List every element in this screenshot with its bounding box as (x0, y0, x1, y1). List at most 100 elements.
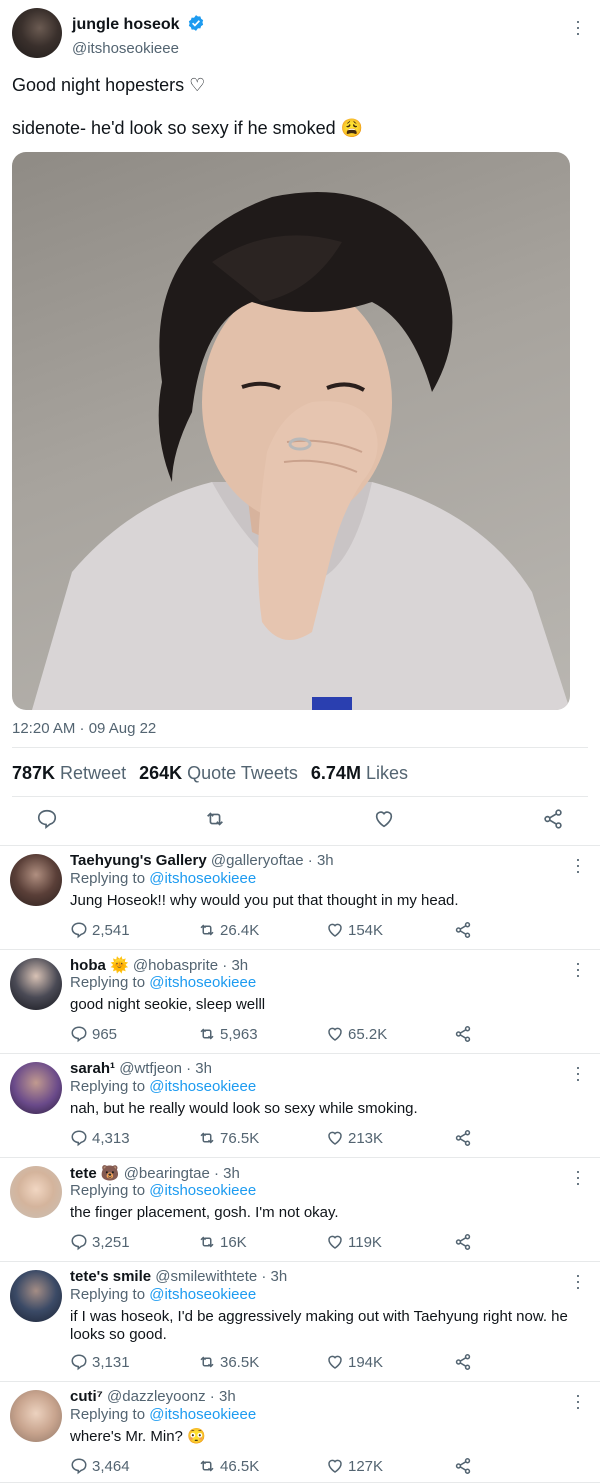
reply-avatar[interactable] (10, 958, 62, 1010)
reply-avatar[interactable] (10, 1270, 62, 1322)
reply-button[interactable]: 2,541 (70, 920, 130, 940)
author-name-text[interactable]: jungle hoseok (72, 16, 180, 33)
replying-to-link[interactable]: @itshoseokieee (149, 870, 256, 887)
more-icon[interactable]: · · · (570, 850, 586, 880)
reply-tweet[interactable]: cuti⁷ @dazzleyoonz · 3h Replying to @its… (0, 1382, 600, 1483)
heart-icon[interactable] (326, 1233, 344, 1251)
reply-button[interactable]: 3,131 (70, 1352, 130, 1372)
more-icon[interactable]: · · · (570, 1162, 586, 1192)
replying-to-link[interactable]: @itshoseokieee (149, 1182, 256, 1199)
share-icon[interactable] (454, 1129, 472, 1147)
retweet-icon[interactable] (198, 1025, 216, 1043)
share-icon[interactable] (454, 1025, 472, 1043)
reply-author-handle[interactable]: @galleryoftae · 3h (211, 852, 334, 869)
retweet-button[interactable]: 46.5K (198, 1456, 259, 1476)
reply-button[interactable]: 4,313 (70, 1128, 130, 1148)
share-icon[interactable] (454, 921, 472, 939)
reply-button[interactable]: 3,251 (70, 1232, 130, 1252)
share-icon[interactable] (454, 1233, 472, 1251)
share-button[interactable] (454, 1024, 472, 1044)
share-button[interactable] (454, 920, 472, 940)
author-handle[interactable]: @itshoseokieee (72, 40, 179, 57)
reply-author-name[interactable]: cuti⁷ (70, 1388, 103, 1405)
retweet-button[interactable]: 76.5K (198, 1128, 259, 1148)
reply-avatar[interactable] (10, 1062, 62, 1114)
retweet-button[interactable]: 5,963 (198, 1024, 258, 1044)
more-icon[interactable]: · · · (570, 954, 586, 984)
heart-icon[interactable] (373, 808, 395, 830)
reply-tweet[interactable]: tete 🐻 @bearingtae · 3h Replying to @its… (0, 1158, 600, 1262)
reply-author-name[interactable]: tete's smile (70, 1268, 151, 1285)
reply-author-handle[interactable]: @bearingtae · 3h (124, 1165, 240, 1182)
reply-author-name[interactable]: Taehyung's Gallery (70, 852, 207, 869)
quote-count[interactable]: 264K (139, 763, 182, 783)
share-button[interactable] (454, 1232, 472, 1252)
reply-author-name[interactable]: sarah¹ (70, 1060, 115, 1077)
retweet-icon[interactable] (198, 1233, 216, 1251)
retweet-icon[interactable] (198, 921, 216, 939)
replying-to-link[interactable]: @itshoseokieee (149, 974, 256, 991)
reply-author-handle[interactable]: @hobasprite · 3h (133, 957, 248, 974)
heart-icon[interactable] (326, 921, 344, 939)
reply-icon[interactable] (70, 1233, 88, 1251)
reply-author-handle[interactable]: @dazzleyoonz · 3h (107, 1388, 236, 1405)
share-button[interactable] (454, 1128, 472, 1148)
replying-to-link[interactable]: @itshoseokieee (149, 1286, 256, 1303)
replying-to-link[interactable]: @itshoseokieee (149, 1078, 256, 1095)
more-icon[interactable]: · · · (570, 1386, 586, 1416)
like-button[interactable]: 154K (326, 920, 383, 940)
reply-icon[interactable] (70, 1129, 88, 1147)
reply-icon[interactable] (70, 1353, 88, 1371)
like-button[interactable]: 65.2K (326, 1024, 387, 1044)
share-button[interactable] (454, 1352, 472, 1372)
reply-tweet[interactable]: sarah¹ @wtfjeon · 3h Replying to @itshos… (0, 1054, 600, 1158)
reply-button[interactable]: 965 (70, 1024, 117, 1044)
retweet-button[interactable]: 36.5K (198, 1352, 259, 1372)
heart-icon[interactable] (326, 1025, 344, 1043)
reply-button[interactable]: 3,464 (70, 1456, 130, 1476)
reply-tweet[interactable]: hoba 🌞 @hobasprite · 3h Replying to @its… (0, 950, 600, 1054)
retweet-count[interactable]: 787K (12, 763, 55, 783)
heart-icon[interactable] (326, 1353, 344, 1371)
reply-icon[interactable] (70, 1457, 88, 1475)
like-label[interactable]: Likes (366, 763, 408, 783)
more-icon[interactable]: · · · (570, 1266, 586, 1296)
replying-to-link[interactable]: @itshoseokieee (149, 1406, 256, 1423)
reply-tweet[interactable]: tete's smile @smilewithtete · 3h Replyin… (0, 1262, 600, 1382)
like-button[interactable]: 213K (326, 1128, 383, 1148)
more-icon[interactable]: · · · (570, 1058, 586, 1088)
like-button[interactable]: 119K (326, 1232, 382, 1252)
share-icon[interactable] (542, 808, 564, 830)
quote-label[interactable]: Quote Tweets (187, 763, 298, 783)
like-button[interactable]: 194K (326, 1352, 383, 1372)
reply-icon[interactable] (70, 921, 88, 939)
retweet-button[interactable]: 26.4K (198, 920, 259, 940)
heart-icon[interactable] (326, 1129, 344, 1147)
reply-avatar[interactable] (10, 1166, 62, 1218)
reply-icon[interactable] (36, 808, 58, 830)
share-button[interactable] (454, 1456, 472, 1476)
reply-icon[interactable] (70, 1025, 88, 1043)
retweet-icon[interactable] (198, 1353, 216, 1371)
share-icon[interactable] (454, 1353, 472, 1371)
tweet-photo[interactable] (12, 152, 570, 710)
reply-avatar[interactable] (10, 854, 62, 906)
author-name[interactable]: jungle hoseok (72, 14, 205, 34)
heart-icon[interactable] (326, 1457, 344, 1475)
retweet-button[interactable]: 16K (198, 1232, 247, 1252)
retweet-icon[interactable] (198, 1129, 216, 1147)
retweet-label[interactable]: Retweet (60, 763, 126, 783)
reply-author-name[interactable]: tete 🐻 (70, 1165, 120, 1182)
retweet-icon[interactable] (204, 808, 226, 830)
like-button[interactable]: 127K (326, 1456, 383, 1476)
reply-avatar[interactable] (10, 1390, 62, 1442)
reply-author-handle[interactable]: @smilewithtete · 3h (155, 1268, 287, 1285)
more-icon[interactable]: · · · (570, 12, 586, 42)
share-icon[interactable] (454, 1457, 472, 1475)
retweet-icon[interactable] (198, 1457, 216, 1475)
reply-author-handle[interactable]: @wtfjeon · 3h (119, 1060, 212, 1077)
author-avatar[interactable] (12, 8, 62, 58)
like-count[interactable]: 6.74M (311, 763, 361, 783)
reply-tweet[interactable]: Taehyung's Gallery @galleryoftae · 3h Re… (0, 846, 600, 950)
tweet-timestamp[interactable]: 12:20 AM · 09 Aug 22 (12, 720, 156, 737)
